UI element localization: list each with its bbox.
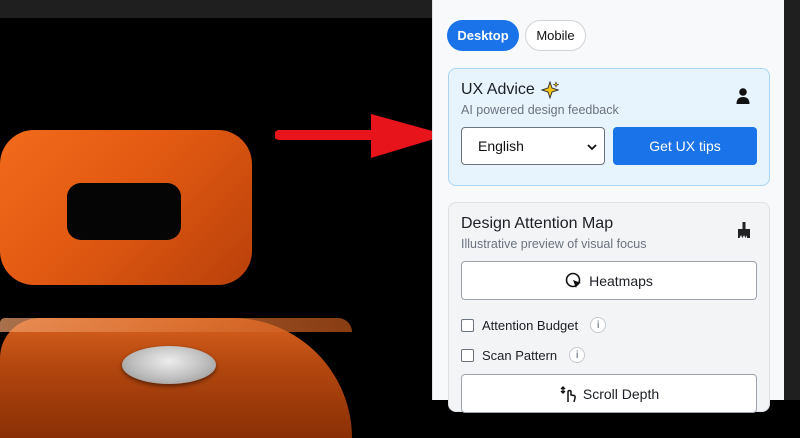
attention-map-subtitle: Illustrative preview of visual focus (461, 237, 647, 251)
scan-pattern-label[interactable]: Scan Pattern (482, 348, 557, 363)
mobile-toggle-button[interactable]: Mobile (525, 20, 586, 51)
attention-budget-option: Attention Budget i (461, 316, 607, 334)
get-ux-tips-button[interactable]: Get UX tips (613, 127, 757, 165)
scan-pattern-checkbox[interactable] (461, 348, 474, 362)
scroll-depth-label: Scroll Depth (582, 385, 660, 402)
product-knob (122, 346, 216, 384)
product-highlight (0, 318, 352, 332)
info-icon[interactable]: i (590, 317, 607, 333)
orange-shape-cutout (67, 183, 181, 240)
info-icon[interactable]: i (569, 347, 586, 363)
red-arrow-annotation (275, 114, 447, 158)
attention-map-title: Design Attention Map (461, 215, 614, 232)
language-select-value: English (478, 138, 524, 154)
cursor-click-icon (565, 272, 583, 290)
window-scrollbar[interactable] (784, 0, 800, 400)
brush-icon[interactable] (735, 221, 753, 239)
scroll-depth-button[interactable]: Scroll Depth (461, 374, 757, 413)
heatmaps-button[interactable]: Heatmaps (461, 261, 757, 300)
attention-budget-label[interactable]: Attention Budget (482, 318, 578, 333)
sparkles-icon (540, 80, 560, 100)
scan-pattern-option: Scan Pattern i (461, 346, 586, 364)
language-select[interactable]: English (461, 127, 605, 165)
ux-advice-subtitle: AI powered design feedback (461, 103, 619, 117)
ux-advice-title: UX Advice (461, 81, 535, 98)
heatmaps-label: Heatmaps (589, 272, 653, 289)
desktop-toggle-button[interactable]: Desktop (447, 20, 519, 51)
attention-budget-checkbox[interactable] (461, 318, 474, 332)
person-icon[interactable] (735, 87, 751, 105)
chevron-down-icon (586, 140, 598, 156)
